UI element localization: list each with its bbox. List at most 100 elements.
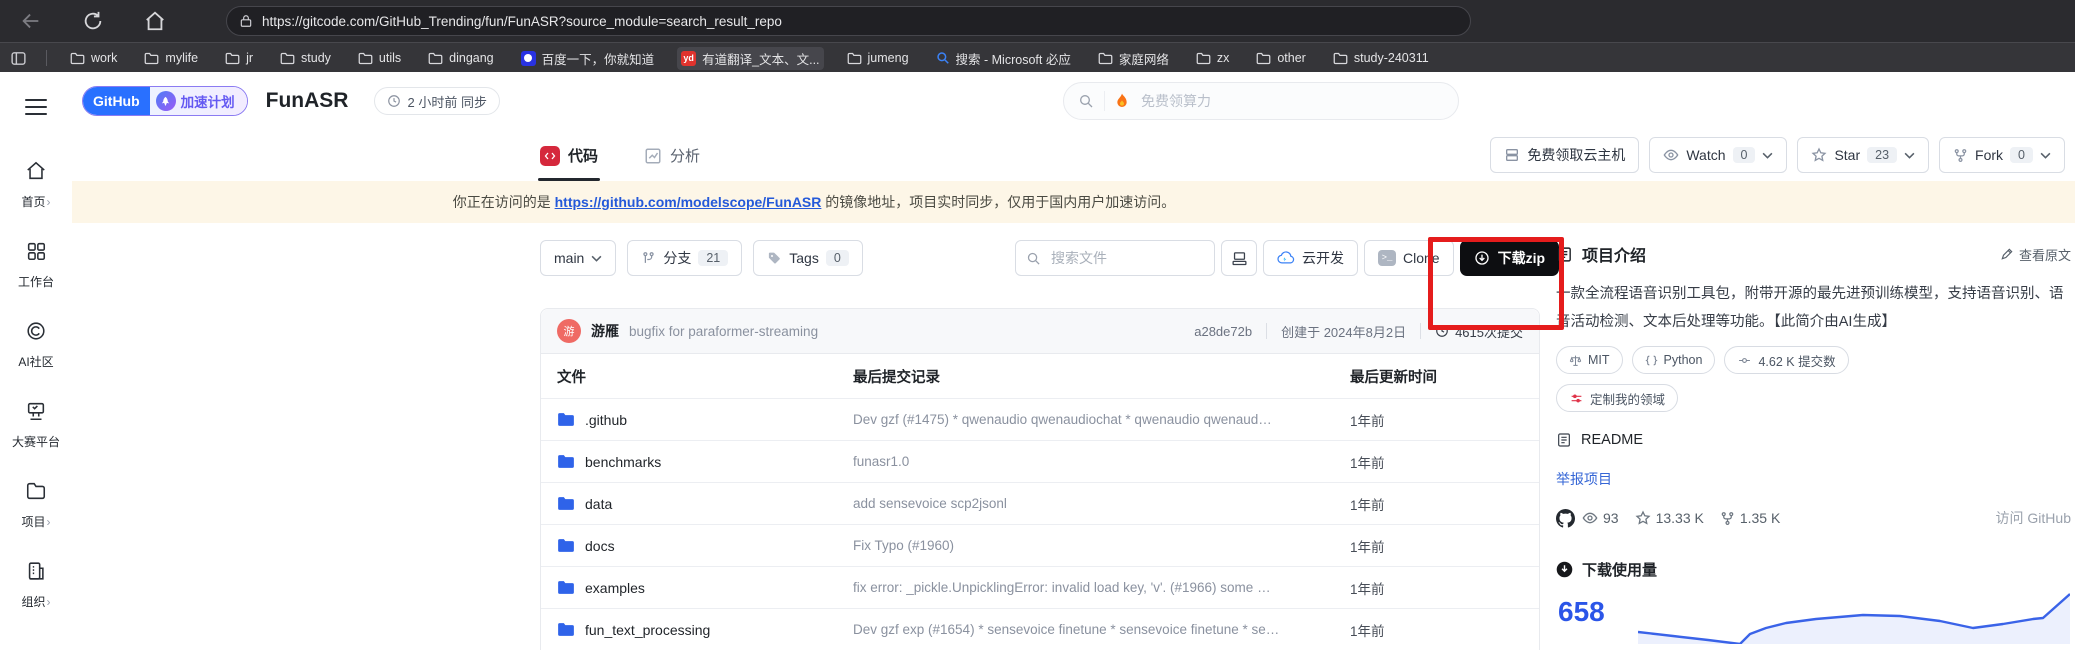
url-text: https://gitcode.com/GitHub_Trending/fun/… — [262, 14, 782, 29]
github-badge-label: GitHub — [83, 87, 150, 115]
tab-code[interactable]: 代码 — [540, 130, 598, 181]
commit-message[interactable]: bugfix for paraformer-streaming — [629, 324, 818, 339]
file-commit-message[interactable]: Dev gzf (#1475) * qwenaudio qwenaudiocha… — [853, 412, 1350, 427]
hamburger-menu-icon[interactable] — [25, 94, 47, 120]
download-usage-icon — [1556, 561, 1573, 578]
back-icon[interactable] — [20, 10, 42, 32]
file-commit-message[interactable]: Dev gzf exp (#1654) * sensevoice finetun… — [853, 622, 1350, 637]
language-pill[interactable]: Python — [1632, 346, 1716, 374]
bookmark-youdao[interactable]: yd 有道翻译_文本、文... — [677, 47, 823, 70]
bookmark-jr[interactable]: jr — [221, 49, 257, 67]
file-name-cell[interactable]: .github — [557, 412, 853, 428]
github-forks[interactable]: 1.35 K — [1720, 510, 1780, 526]
table-row[interactable]: .github Dev gzf (#1475) * qwenaudio qwen… — [541, 398, 1539, 440]
github-watchers[interactable]: 93 — [1582, 510, 1619, 526]
github-watchers-count: 93 — [1603, 510, 1619, 526]
global-search-input[interactable] — [1139, 92, 1444, 110]
sidebar-item-projects[interactable]: 项目› — [12, 480, 60, 530]
project-description: 一款全流程语音识别工具包，附带开源的最先进预训练模型，支持语音识别、语音活动检测… — [1556, 280, 2071, 336]
star-button[interactable]: Star 23 — [1797, 137, 1929, 173]
commit-count-link[interactable]: 4615次提交 — [1435, 322, 1523, 341]
file-name-cell[interactable]: examples — [557, 580, 853, 596]
sidebar-item-home[interactable]: 首页› — [12, 160, 60, 210]
bookmark-study-240311[interactable]: study-240311 — [1329, 49, 1433, 67]
github-accel-badge[interactable]: GitHub 加速计划 — [82, 86, 248, 116]
file-name-cell[interactable]: docs — [557, 538, 853, 554]
bookmark-work[interactable]: work — [66, 49, 121, 67]
report-project-link[interactable]: 举报项目 — [1556, 469, 2071, 489]
watch-button[interactable]: Watch 0 — [1649, 137, 1787, 173]
folder-icon — [557, 454, 575, 469]
table-row[interactable]: benchmarks funasr1.0 1年前 — [541, 440, 1539, 482]
file-search-box[interactable] — [1015, 240, 1215, 276]
global-search-bar[interactable] — [1063, 82, 1459, 120]
branches-button[interactable]: 分支 21 — [627, 240, 742, 276]
file-name: .github — [585, 412, 627, 428]
table-row[interactable]: fun_text_processing Dev gzf exp (#1654) … — [541, 608, 1539, 650]
file-commit-message[interactable]: add sensevoice scp2jsonl — [853, 496, 1350, 511]
bookmark-jumeng[interactable]: jumeng — [843, 49, 913, 67]
baidu-icon — [521, 51, 536, 66]
sidebar-item-organizations[interactable]: 组织› — [12, 560, 60, 610]
download-icon — [1474, 250, 1490, 266]
file-commit-message[interactable]: fix error: _pickle.UnpicklingError: inva… — [853, 580, 1350, 595]
customize-domain-pill[interactable]: 定制我的领域 — [1556, 384, 1678, 412]
fork-button[interactable]: Fork 0 — [1939, 137, 2065, 173]
commit-hash[interactable]: a28de72b — [1194, 324, 1252, 339]
file-commit-message[interactable]: funasr1.0 — [853, 454, 1350, 469]
file-name: benchmarks — [585, 454, 661, 470]
readme-link[interactable]: README — [1556, 432, 2071, 448]
home-icon — [25, 160, 47, 182]
folder-icon — [1098, 52, 1113, 65]
folder-icon — [1333, 52, 1348, 65]
tags-button[interactable]: Tags 0 — [753, 240, 863, 276]
flame-icon — [1115, 93, 1129, 109]
clone-button[interactable]: >_ Clone — [1364, 240, 1454, 276]
bookmark-dingang[interactable]: dingang — [424, 49, 498, 67]
file-name-cell[interactable]: fun_text_processing — [557, 622, 853, 638]
free-cloud-host-button[interactable]: 免费领取云主机 — [1490, 137, 1639, 173]
bookmark-zx[interactable]: zx — [1192, 49, 1234, 67]
reload-icon[interactable] — [82, 10, 104, 32]
folder-icon — [428, 52, 443, 65]
bookmark-bing-search[interactable]: 搜索 - Microsoft 必应 — [932, 47, 1075, 70]
sidebar-item-workbench[interactable]: 工作台 — [12, 240, 60, 290]
table-row[interactable]: data add sensevoice scp2jsonl 1年前 — [541, 482, 1539, 524]
file-name-cell[interactable]: benchmarks — [557, 454, 853, 470]
commits-pill[interactable]: 4.62 K 提交数 — [1724, 346, 1848, 374]
file-name-cell[interactable]: data — [557, 496, 853, 512]
view-original-link[interactable]: 查看原文 — [2000, 245, 2071, 264]
table-row[interactable]: examples fix error: _pickle.UnpicklingEr… — [541, 566, 1539, 608]
file-search-input[interactable] — [1049, 249, 1193, 267]
github-stars[interactable]: 13.33 K — [1635, 510, 1704, 526]
file-commit-message[interactable]: Fix Typo (#1960) — [853, 538, 1350, 553]
cloud-dev-button[interactable]: 云开发 — [1263, 240, 1358, 276]
bookmark-study[interactable]: study — [276, 49, 335, 67]
bookmark-mylife[interactable]: mylife — [140, 49, 202, 67]
table-row[interactable]: docs Fix Typo (#1960) 1年前 — [541, 524, 1539, 566]
home-icon[interactable] — [144, 10, 166, 32]
visit-github-link[interactable]: 访问 GitHub — [1996, 508, 2071, 528]
download-zip-label: 下载zip — [1498, 248, 1545, 268]
sync-status-pill[interactable]: 2 小时前 同步 — [374, 87, 499, 115]
web-ide-button[interactable] — [1221, 240, 1257, 276]
license-pill[interactable]: MIT — [1556, 346, 1623, 374]
url-bar[interactable]: https://gitcode.com/GitHub_Trending/fun/… — [226, 6, 1471, 36]
branch-selector[interactable]: main — [540, 240, 616, 276]
tab-analysis[interactable]: 分析 — [644, 130, 700, 181]
bookmark-utils[interactable]: utils — [354, 49, 405, 67]
bookmark-baidu[interactable]: 百度一下，你就知道 — [517, 47, 659, 70]
banner-github-link[interactable]: https://github.com/modelscope/FunASR — [555, 194, 822, 210]
commit-author[interactable]: 游雁 — [591, 321, 619, 341]
download-zip-button[interactable]: 下载zip — [1460, 240, 1559, 276]
bookmark-label: dingang — [449, 51, 494, 65]
bookmark-home-network[interactable]: 家庭网络 — [1094, 47, 1173, 70]
repo-tab-row: 代码 分析 免费领取云主机 Watch 0 Star 23 — [72, 130, 2075, 182]
bookmark-other[interactable]: other — [1252, 49, 1310, 67]
bookmark-label: study — [301, 51, 331, 65]
bookmarks-bar: work mylife jr study utils dingang 百度一下，… — [0, 42, 2075, 73]
sidebar-item-ai-community[interactable]: AI社区 — [12, 320, 60, 370]
sidebar-item-contest-platform[interactable]: 大赛平台 — [12, 400, 60, 450]
sidebar-panel-icon[interactable] — [10, 50, 27, 67]
chevron-right-icon: › — [47, 515, 51, 529]
